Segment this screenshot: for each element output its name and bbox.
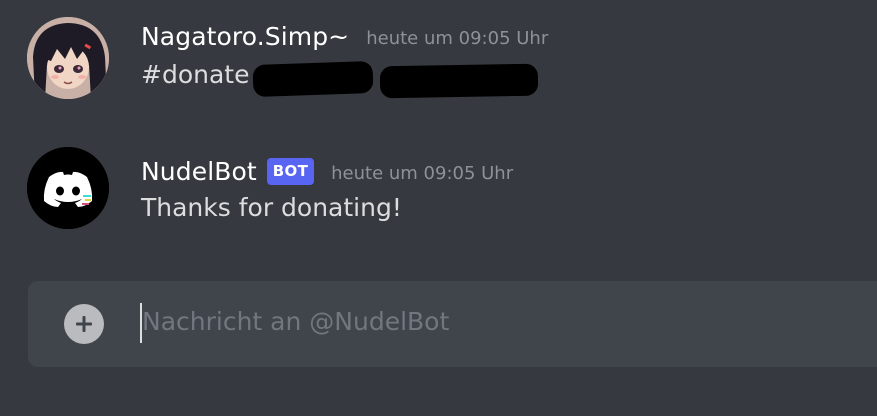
message-header: Nagatoro.Simp~ heute um 09:05 Uhr (141, 18, 548, 54)
plus-circle-icon[interactable] (64, 304, 104, 344)
anime-girl-avatar-icon[interactable] (27, 17, 109, 99)
message-text: #donate (141, 60, 250, 89)
message-content: #donate (141, 60, 249, 89)
timestamp: heute um 09:05 Uhr (366, 27, 549, 49)
message-text: Thanks for donating! (141, 193, 402, 222)
message-input-placeholder: Nachricht an @NudelBot (142, 307, 450, 336)
message-composer[interactable]: Nachricht an @NudelBot (28, 281, 877, 367)
username[interactable]: Nagatoro.Simp~ (141, 22, 349, 51)
message-header: NudelBot BOT heute um 09:05 Uhr (141, 153, 513, 189)
chat-area: Nagatoro.Simp~ heute um 09:05 Uhr #donat… (0, 0, 877, 416)
bot-badge: BOT (266, 157, 315, 185)
timestamp: heute um 09:05 Uhr (331, 162, 514, 184)
discord-logo-icon[interactable] (27, 147, 109, 229)
redaction-mark (252, 60, 374, 98)
message-content: Thanks for donating! (141, 193, 402, 222)
redaction-mark (379, 63, 539, 99)
username[interactable]: NudelBot (141, 157, 257, 186)
message-input[interactable]: Nachricht an @NudelBot (142, 307, 449, 336)
